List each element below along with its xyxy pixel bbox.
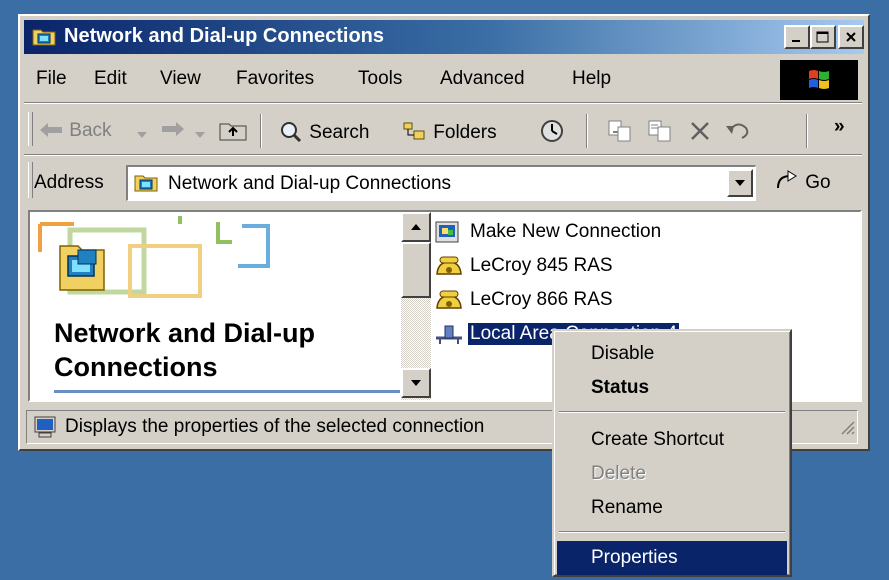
back-button[interactable]: Back xyxy=(38,120,112,142)
minimize-button[interactable] xyxy=(784,25,810,49)
menu-item-label: Create Shortcut xyxy=(591,429,725,450)
dialup-phone-icon xyxy=(434,288,464,320)
resize-grip-icon[interactable] xyxy=(839,419,855,441)
search-button[interactable]: Search xyxy=(278,120,369,144)
toolbar-grip[interactable] xyxy=(28,112,33,146)
go-button[interactable]: Go xyxy=(774,170,831,194)
webview-banner-graphic xyxy=(30,212,290,318)
back-label: Back xyxy=(69,120,112,141)
chevron-right-icon: » xyxy=(834,116,845,137)
list-item-label: Make New Connection xyxy=(470,221,662,242)
up-folder-icon xyxy=(218,123,248,147)
menu-file[interactable]: File xyxy=(36,68,67,90)
window-title: Network and Dial-up Connections xyxy=(64,25,385,47)
network-folder-icon xyxy=(134,172,158,198)
lan-connection-icon xyxy=(434,322,464,354)
up-folder-button[interactable] xyxy=(218,118,248,148)
menu-bar: File Edit View Favorites Tools Advanced … xyxy=(24,60,780,96)
toolbar-separator xyxy=(806,114,808,148)
folders-label: Folders xyxy=(433,122,497,143)
dialup-phone-icon xyxy=(434,254,464,286)
list-item-label: LeCroy 845 RAS xyxy=(470,255,613,276)
menu-edit[interactable]: Edit xyxy=(94,68,127,90)
history-clock-icon xyxy=(538,120,566,149)
status-text: Displays the properties of the selected … xyxy=(65,416,485,437)
address-label: Address xyxy=(34,172,104,193)
move-to-icon xyxy=(606,120,634,149)
menu-tools[interactable]: Tools xyxy=(358,68,402,90)
forward-button[interactable] xyxy=(160,120,186,144)
windows-logo xyxy=(780,60,858,100)
address-bar[interactable]: Network and Dial-up Connections xyxy=(126,165,756,201)
toolbar-separator xyxy=(586,114,588,148)
menu-item-disable[interactable]: Disable xyxy=(557,337,787,371)
undo-icon[interactable] xyxy=(724,120,752,148)
move-to-button[interactable] xyxy=(606,118,634,150)
list-item-label: LeCroy 866 RAS xyxy=(470,289,613,310)
go-label: Go xyxy=(805,172,831,193)
web-view-pane: Network and Dial-up Connections xyxy=(30,212,400,400)
back-dropdown-icon[interactable] xyxy=(136,124,148,146)
menu-item-label: Disable xyxy=(591,343,655,364)
folders-button[interactable]: Folders xyxy=(402,120,497,144)
close-button[interactable] xyxy=(838,25,864,49)
menu-item-label: Status xyxy=(591,377,650,398)
arrow-up-icon xyxy=(411,224,421,230)
menu-item-label: Delete xyxy=(591,463,646,484)
menu-separator xyxy=(559,411,785,413)
menu-item-delete: Delete xyxy=(557,457,787,491)
go-arrow-icon xyxy=(774,170,805,193)
menu-item-create-shortcut[interactable]: Create Shortcut xyxy=(557,423,787,457)
menu-help[interactable]: Help xyxy=(572,68,611,90)
network-folder-icon xyxy=(59,245,105,291)
arrow-down-icon xyxy=(411,380,421,386)
scroll-down-button[interactable] xyxy=(401,368,431,398)
chevron-down-icon xyxy=(735,180,745,186)
copy-to-button[interactable] xyxy=(646,118,674,150)
separator xyxy=(24,102,862,104)
menu-separator xyxy=(559,531,785,533)
forward-dropdown-icon[interactable] xyxy=(194,124,206,146)
search-icon xyxy=(278,122,309,143)
menu-advanced[interactable]: Advanced xyxy=(440,68,525,90)
title-bar[interactable]: Network and Dial-up Connections xyxy=(24,20,864,54)
menu-item-rename[interactable]: Rename xyxy=(557,491,787,525)
menu-item-label: Properties xyxy=(591,547,678,568)
make-new-connection-icon xyxy=(434,220,462,252)
search-label: Search xyxy=(309,122,370,143)
computer-icon xyxy=(33,415,59,445)
folders-icon xyxy=(402,122,433,143)
menu-favorites[interactable]: Favorites xyxy=(236,68,314,90)
address-value[interactable]: Network and Dial-up Connections xyxy=(168,173,451,195)
address-grip[interactable] xyxy=(28,162,33,198)
network-folder-icon xyxy=(32,26,56,52)
toolbar-separator xyxy=(260,114,262,148)
scroll-thumb[interactable] xyxy=(401,242,431,298)
menu-item-label: Rename xyxy=(591,497,663,518)
delete-icon[interactable] xyxy=(688,120,712,148)
separator xyxy=(24,154,862,156)
history-button[interactable] xyxy=(538,118,566,150)
address-dropdown-button[interactable] xyxy=(727,169,753,197)
vertical-scrollbar[interactable] xyxy=(401,212,431,400)
pane-title-underline xyxy=(54,390,400,393)
context-menu: Disable Status Create Shortcut Delete Re… xyxy=(552,329,792,577)
copy-to-icon xyxy=(646,120,674,149)
toolbar-chevron-button[interactable]: » xyxy=(834,116,845,138)
back-arrow-icon xyxy=(38,120,69,141)
forward-arrow-icon xyxy=(160,122,186,143)
scroll-up-button[interactable] xyxy=(401,212,431,242)
menu-item-status[interactable]: Status xyxy=(557,371,787,405)
menu-view[interactable]: View xyxy=(160,68,201,90)
maximize-button[interactable] xyxy=(810,25,836,49)
pane-title: Network and Dial-up Connections xyxy=(54,318,316,382)
menu-item-properties[interactable]: Properties xyxy=(557,541,787,575)
